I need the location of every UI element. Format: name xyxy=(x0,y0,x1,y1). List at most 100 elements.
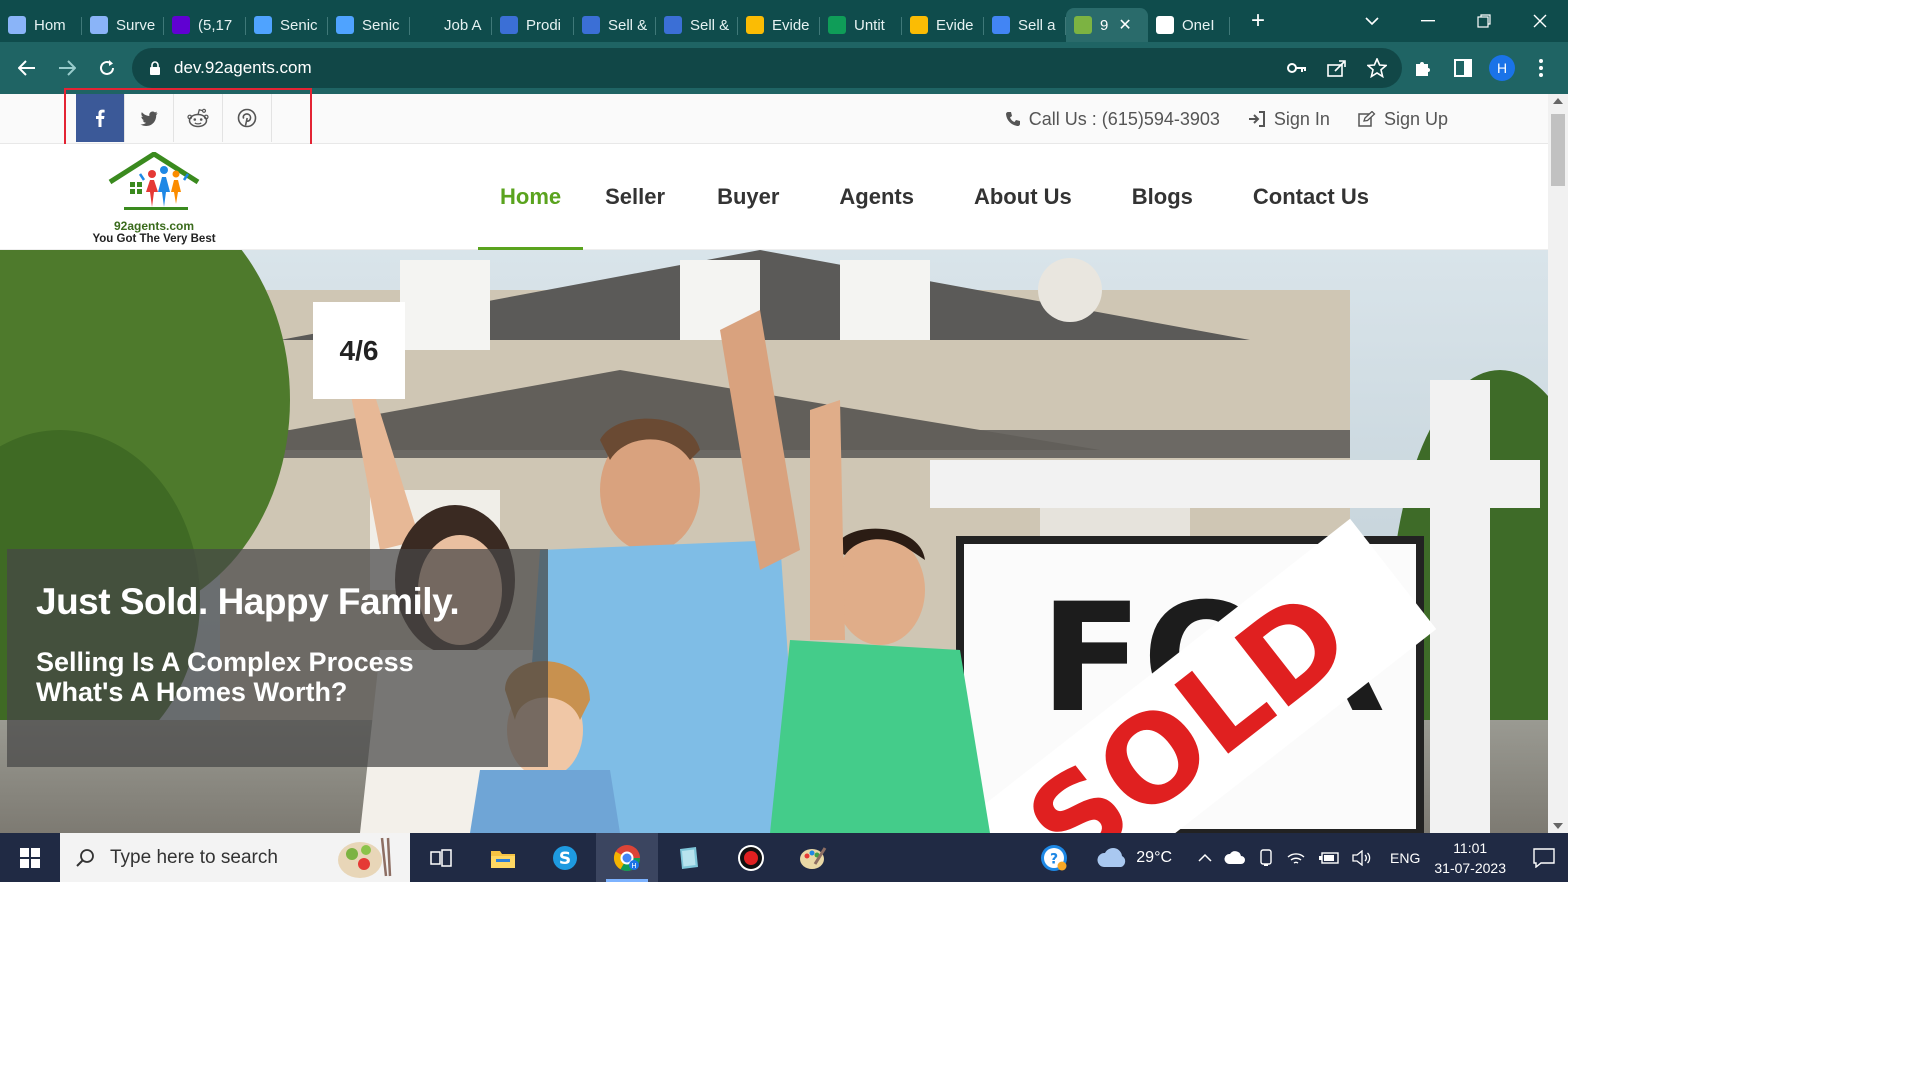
windows-taskbar: Type here to search S H ? 29°C ENG 11:01… xyxy=(0,833,1568,882)
browser-toolbar: dev.92agents.com H xyxy=(0,42,1568,94)
key-icon[interactable] xyxy=(1286,57,1308,79)
hero-subheadline: Selling Is A Complex Process What's A Ho… xyxy=(36,647,519,707)
scroll-down-arrow-icon[interactable] xyxy=(1553,823,1563,829)
back-button[interactable] xyxy=(7,48,47,88)
wifi-icon[interactable] xyxy=(1286,850,1306,866)
tab-separator xyxy=(1229,17,1230,35)
taskbar-search[interactable]: Type here to search xyxy=(60,833,410,882)
close-tab-icon[interactable]: ✕ xyxy=(1118,15,1131,35)
browser-tab-label: Sell & xyxy=(608,16,648,34)
logo-tagline: You Got The Very Best xyxy=(92,233,216,245)
chrome-menu-icon[interactable] xyxy=(1530,57,1552,79)
profile-avatar[interactable]: H xyxy=(1489,55,1515,81)
social-links xyxy=(76,94,312,142)
task-view-icon[interactable] xyxy=(410,833,472,882)
browser-tab[interactable]: Sell a xyxy=(984,8,1066,42)
volume-icon[interactable] xyxy=(1352,849,1372,866)
phone-icon xyxy=(1005,112,1020,126)
browser-tab-label: Hom xyxy=(34,16,66,34)
browser-tab-label: Evide xyxy=(772,16,810,34)
browser-tab[interactable]: OneI xyxy=(1148,8,1230,42)
nav-item-seller[interactable]: Seller xyxy=(583,144,687,250)
facebook-icon[interactable] xyxy=(76,94,125,142)
browser-tab[interactable]: Evide xyxy=(738,8,820,42)
browser-tab[interactable]: Hom xyxy=(0,8,82,42)
chrome-taskbar-icon[interactable]: H xyxy=(596,833,658,882)
page-scrollbar[interactable] xyxy=(1548,94,1568,833)
extensions-puzzle-icon[interactable] xyxy=(1412,57,1434,79)
site-header: 92agents.com You Got The Very Best Home S… xyxy=(0,144,1548,250)
nav-item-contact-us[interactable]: Contact Us xyxy=(1223,144,1399,250)
forward-button[interactable] xyxy=(47,48,87,88)
browser-tab[interactable]: Surve xyxy=(82,8,164,42)
browser-tab[interactable]: Senic xyxy=(246,8,328,42)
address-bar[interactable]: dev.92agents.com xyxy=(132,48,1402,88)
nav-item-blogs[interactable]: Blogs xyxy=(1102,144,1223,250)
pinterest-icon[interactable] xyxy=(223,94,272,142)
close-window-button[interactable] xyxy=(1512,0,1568,42)
browser-tab-label: (5,17 xyxy=(198,16,233,34)
side-panel-icon[interactable] xyxy=(1452,57,1474,79)
cloud-icon xyxy=(1097,847,1126,867)
minimize-button[interactable] xyxy=(1400,0,1456,42)
nav-item-about-us[interactable]: About Us xyxy=(944,144,1102,250)
bookmark-star-icon[interactable] xyxy=(1366,57,1388,79)
paint-app-icon[interactable] xyxy=(782,833,844,882)
browser-tab[interactable]: 9 ✕ xyxy=(1066,8,1148,42)
system-tray: ? 29°C ENG 11:01 31-07-2023 xyxy=(1034,833,1568,882)
device-icon[interactable] xyxy=(1258,848,1274,867)
start-button[interactable] xyxy=(0,833,60,882)
screen-recorder-icon[interactable] xyxy=(720,833,782,882)
show-hidden-icons-chevron-icon[interactable] xyxy=(1198,853,1212,862)
nav-item-home[interactable]: Home xyxy=(478,144,584,250)
reddit-icon[interactable] xyxy=(174,94,223,142)
weather-widget[interactable]: 29°C xyxy=(1096,847,1173,868)
browser-tab[interactable]: Prodi xyxy=(492,8,574,42)
docs-icon xyxy=(992,16,1010,34)
nav-item-buyer[interactable]: Buyer xyxy=(687,144,809,250)
reload-button[interactable] xyxy=(87,48,127,88)
sign-up-link[interactable]: Sign Up xyxy=(1358,109,1448,130)
browser-tab[interactable]: Sell & xyxy=(574,8,656,42)
browser-tab-label: Surve xyxy=(116,16,156,34)
slide-counter: 4/6 xyxy=(313,302,405,399)
restore-button[interactable] xyxy=(1456,0,1512,42)
scrollbar-thumb[interactable] xyxy=(1551,114,1565,186)
house-family-logo-icon xyxy=(108,151,200,210)
scroll-up-arrow-icon[interactable] xyxy=(1553,98,1563,104)
browser-tab[interactable]: Untit xyxy=(820,8,902,42)
battery-icon[interactable] xyxy=(1318,851,1340,865)
browser-tab[interactable]: Job A xyxy=(410,8,492,42)
browser-tab[interactable]: Senic xyxy=(328,8,410,42)
notes-app-icon[interactable] xyxy=(658,833,720,882)
taskbar-search-placeholder: Type here to search xyxy=(110,846,278,868)
sign-in-link[interactable]: Sign In xyxy=(1248,109,1330,130)
twitter-icon[interactable] xyxy=(125,94,174,142)
svg-text:?: ? xyxy=(1050,851,1058,867)
new-tab-button[interactable]: + xyxy=(1246,7,1270,35)
notifications-icon[interactable] xyxy=(1520,847,1568,868)
tab-search-chevron-icon[interactable] xyxy=(1344,0,1400,42)
onedrive-cloud-icon[interactable] xyxy=(1224,850,1246,865)
weather-temp: 29°C xyxy=(1136,848,1173,866)
help-icon[interactable]: ? xyxy=(1034,844,1074,872)
browser-tab[interactable]: Sell & xyxy=(656,8,738,42)
browser-tab[interactable]: Evide xyxy=(902,8,984,42)
clock-time: 11:01 xyxy=(1453,839,1488,856)
nav-item-agents[interactable]: Agents xyxy=(809,144,944,250)
browser-tab-label: OneI xyxy=(1182,16,1215,34)
file-explorer-icon[interactable] xyxy=(472,833,534,882)
logo-domain: 92agents.com xyxy=(113,219,195,233)
input-language[interactable]: ENG xyxy=(1390,850,1420,866)
system-clock[interactable]: 11:01 31-07-2023 xyxy=(1434,838,1506,878)
skype-icon[interactable]: S xyxy=(534,833,596,882)
blank-icon xyxy=(418,16,436,34)
browser-tab[interactable]: (5,17 xyxy=(164,8,246,42)
site-logo[interactable]: 92agents.com You Got The Very Best xyxy=(86,151,222,248)
share-icon[interactable] xyxy=(1326,57,1348,79)
call-us-link[interactable]: Call Us : (615)594-3903 xyxy=(1005,109,1220,130)
drive-icon xyxy=(910,16,928,34)
browser-tab-strip: Hom Surve (5,17 Senic Senic Job A Prodi Sell & S… xyxy=(0,0,1568,42)
hero-slider[interactable]: FOR SOLD 4/6 Just Sold. Happy Family. Se… xyxy=(0,250,1548,833)
hero-headline: Just Sold. Happy Family. xyxy=(36,581,460,622)
